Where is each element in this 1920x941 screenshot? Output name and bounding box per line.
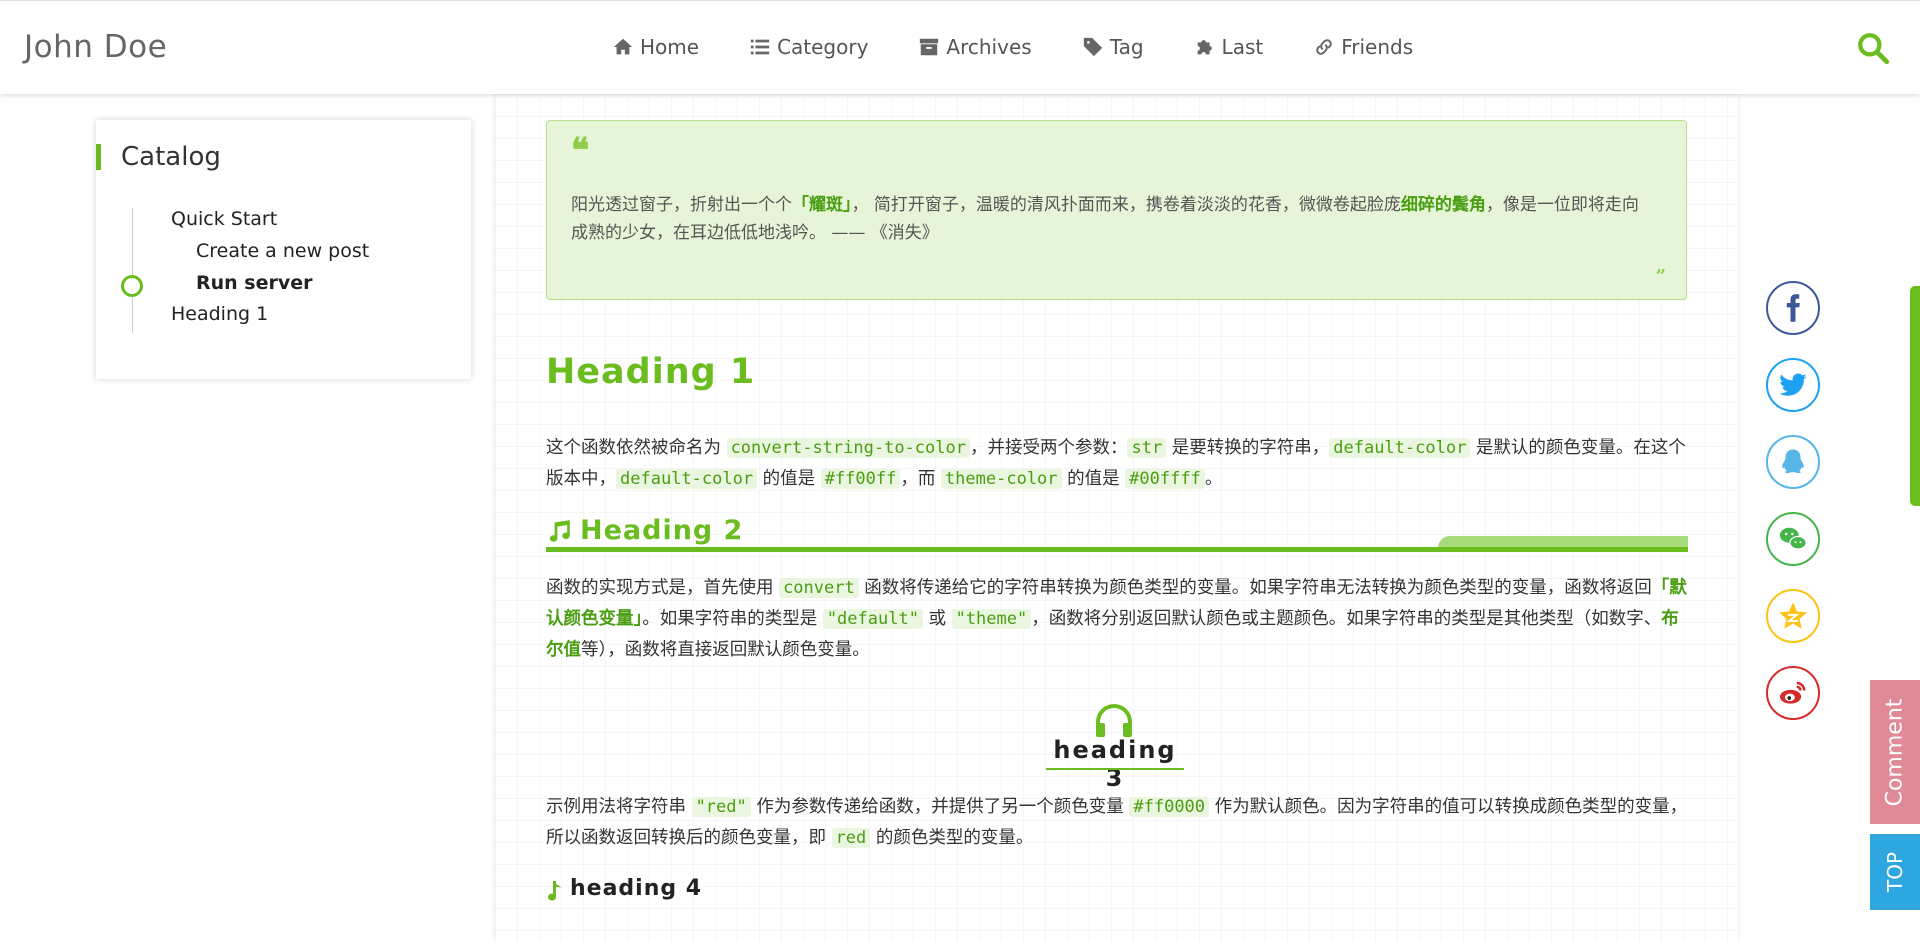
inline-code: "red" bbox=[691, 797, 751, 817]
heading-3-block: heading 3 bbox=[1040, 700, 1190, 792]
scroll-progress-accent bbox=[1910, 286, 1920, 506]
link-icon bbox=[1316, 39, 1332, 55]
inline-code: default-color bbox=[616, 469, 758, 489]
paragraph-1: 这个函数依然被命名为 convert-string-to-color ，并接受两个… bbox=[546, 438, 1686, 489]
heading-1: Heading 1 bbox=[546, 352, 756, 392]
tag-icon bbox=[1083, 37, 1102, 57]
music-note-icon bbox=[549, 520, 570, 542]
nav-home-label: Home bbox=[640, 35, 700, 59]
nav-category[interactable]: Category bbox=[749, 35, 868, 59]
heading-3-underline bbox=[1046, 768, 1184, 770]
nav-last[interactable]: Last bbox=[1194, 35, 1264, 59]
catalog-timeline bbox=[132, 208, 133, 333]
inline-code: red bbox=[831, 828, 871, 848]
inline-code: #ff0000 bbox=[1129, 797, 1210, 817]
nav-friends[interactable]: Friends bbox=[1313, 35, 1413, 59]
main-nav: Home Category Archives Tag Last Friends bbox=[612, 35, 1463, 59]
nav-category-label: Category bbox=[777, 35, 869, 59]
catalog-item-create-post[interactable]: Create a new post bbox=[196, 240, 369, 262]
paragraph-2: 函数的实现方式是，首先使用 convert 函数将传递给它的字符串转换为颜色类型… bbox=[546, 578, 1687, 660]
list-icon bbox=[750, 39, 770, 55]
share-facebook-button[interactable] bbox=[1766, 281, 1820, 335]
headphones-icon bbox=[1096, 704, 1132, 737]
home-icon bbox=[613, 38, 633, 55]
qzone-icon bbox=[1779, 602, 1807, 629]
paragraph-3: 示例用法将字符串 "red" 作为参数传递给函数，并提供了另一个颜色变量 #ff… bbox=[546, 797, 1688, 848]
heading-3: heading 3 bbox=[1053, 736, 1177, 792]
share-qq-button[interactable] bbox=[1766, 435, 1820, 489]
share-twitter-button[interactable] bbox=[1766, 358, 1820, 412]
archive-icon bbox=[920, 38, 939, 56]
site-header: John Doe Home Category Archives Tag Last… bbox=[0, 0, 1920, 94]
nav-archives-label: Archives bbox=[946, 35, 1032, 59]
quote-text: 阳光透过窗子，折射出一个个「耀斑」， 简打开窗子，温暖的清风扑面而来，携卷着淡淡… bbox=[571, 195, 1639, 243]
catalog-accent-bar bbox=[96, 144, 101, 170]
share-qzone-button[interactable] bbox=[1766, 589, 1820, 643]
comment-tab[interactable]: Comment bbox=[1870, 680, 1920, 824]
quote-highlight: 「耀斑」 bbox=[792, 195, 852, 215]
blockquote: ❝ 阳光透过窗子，折射出一个个「耀斑」， 简打开窗子，温暖的清风扑面而来，携卷着… bbox=[546, 120, 1687, 300]
qq-icon bbox=[1782, 449, 1804, 474]
inline-code: convert-string-to-color bbox=[726, 438, 970, 458]
weibo-icon bbox=[1779, 681, 1806, 704]
catalog-item-heading-1[interactable]: Heading 1 bbox=[171, 303, 268, 325]
facebook-icon bbox=[1786, 294, 1800, 322]
catalog-item-quick-start[interactable]: Quick Start bbox=[171, 208, 277, 230]
share-wechat-button[interactable] bbox=[1766, 512, 1820, 566]
heading-2-block: Heading 2 bbox=[546, 515, 1688, 553]
back-to-top-label: TOP bbox=[1883, 851, 1907, 893]
quote-highlight: 细碎的鬓角 bbox=[1400, 195, 1486, 215]
inline-code: str bbox=[1127, 438, 1167, 458]
share-weibo-button[interactable] bbox=[1766, 666, 1820, 720]
back-to-top-button[interactable]: TOP bbox=[1870, 834, 1920, 910]
quote-close-mark: ” bbox=[1655, 266, 1666, 287]
inline-code: "default" bbox=[822, 609, 923, 629]
heading-4: heading 4 bbox=[570, 876, 703, 901]
wechat-icon bbox=[1779, 527, 1807, 550]
nav-friends-label: Friends bbox=[1341, 35, 1414, 59]
nav-archives[interactable]: Archives bbox=[918, 35, 1032, 59]
inline-code: default-color bbox=[1329, 438, 1471, 458]
catalog-title: Catalog bbox=[121, 142, 221, 172]
site-brand[interactable]: John Doe bbox=[24, 29, 167, 65]
nav-home[interactable]: Home bbox=[612, 35, 699, 59]
quote-open-mark: ❝ bbox=[571, 131, 590, 171]
comment-tab-label: Comment bbox=[1882, 698, 1908, 806]
catalog-panel: Catalog Quick Start Create a new post Ru… bbox=[96, 120, 471, 379]
search-icon[interactable] bbox=[1856, 31, 1890, 65]
inline-code: #00ffff bbox=[1125, 469, 1205, 489]
heading-2: Heading 2 bbox=[580, 515, 744, 546]
nav-tag-label: Tag bbox=[1109, 35, 1144, 59]
nav-last-label: Last bbox=[1221, 35, 1264, 59]
twitter-icon bbox=[1779, 373, 1807, 396]
inline-code: convert bbox=[779, 578, 859, 598]
nav-tag[interactable]: Tag bbox=[1082, 35, 1144, 59]
inline-code: #ff00ff bbox=[820, 469, 901, 489]
music-note-icon bbox=[548, 881, 561, 901]
heading-2-rule bbox=[546, 547, 1688, 552]
catalog-item-run-server[interactable]: Run server bbox=[196, 272, 313, 294]
inline-code: "theme" bbox=[951, 609, 1032, 629]
inline-code: theme-color bbox=[940, 469, 1062, 489]
puzzle-icon bbox=[1197, 40, 1212, 55]
catalog-active-marker bbox=[121, 275, 143, 297]
